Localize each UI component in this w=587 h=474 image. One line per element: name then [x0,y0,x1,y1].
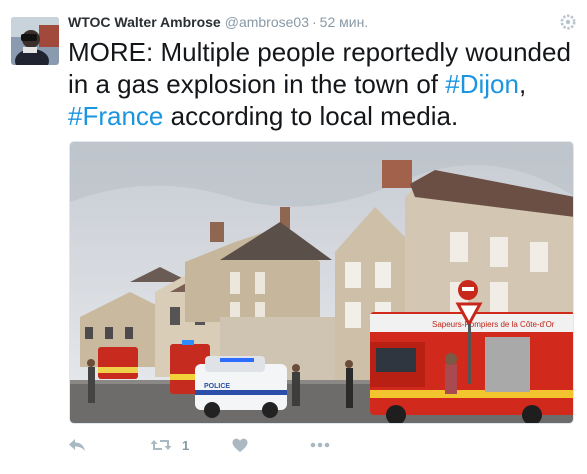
police-car-label: POLICE [204,383,230,390]
tweet-photo[interactable]: POLICE Sapeurs-Pompiers de la Côte-d'Or [69,141,574,424]
tweet-text-comma: , [518,69,527,99]
reply-icon [68,437,86,453]
tweet-text-tail: according to local media. [163,101,459,131]
retweet-button[interactable]: 1 [150,434,189,456]
tweet-header: WTOC Walter Ambrose @ambrose03 · 52 мин. [68,14,368,30]
tweet-card: WTOC Walter Ambrose @ambrose03 · 52 мин. MO… [0,0,587,474]
tweet-text: MORE: Multiple people reportedly wounded… [68,36,580,132]
separator-dot: · [312,14,317,30]
avatar[interactable] [11,17,59,65]
gear-icon[interactable] [560,14,576,30]
hashtag-dijon[interactable]: #Dijon [445,69,519,99]
heart-icon [232,438,248,453]
fire-truck-sign: Sapeurs-Pompiers de la Côte-d'Or [432,320,555,329]
more-icon [310,442,330,448]
timestamp[interactable]: 52 мин. [320,14,369,30]
like-button[interactable] [232,434,248,456]
display-name[interactable]: WTOC Walter Ambrose [68,14,221,30]
reply-button[interactable] [68,434,86,456]
more-button[interactable] [310,434,330,456]
retweet-count: 1 [182,437,190,453]
user-handle[interactable]: @ambrose03 [225,14,309,30]
hashtag-france[interactable]: #France [68,101,163,131]
tweet-actions: 1 [68,434,368,458]
retweet-icon [150,437,172,453]
